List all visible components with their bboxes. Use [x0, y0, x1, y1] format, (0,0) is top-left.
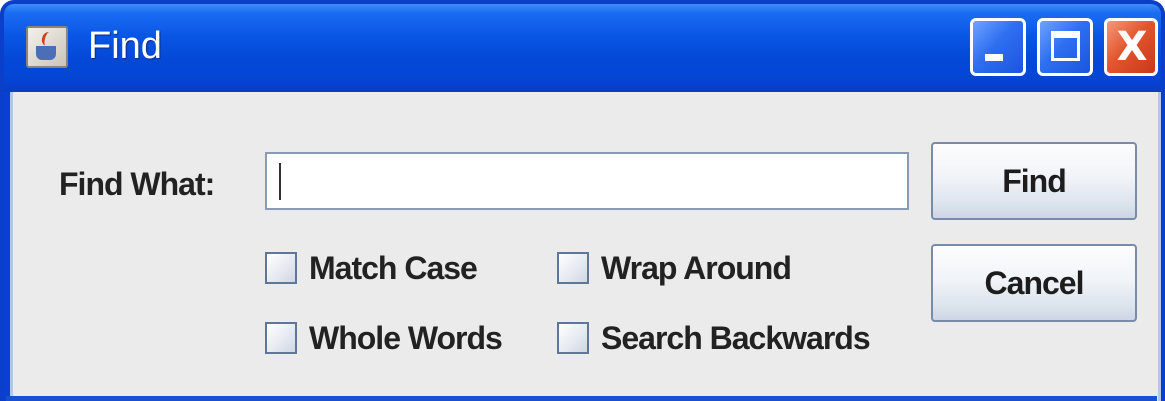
maximize-icon — [1051, 31, 1080, 61]
wrap-around-label: Wrap Around — [601, 249, 792, 286]
wrap-around-box[interactable] — [557, 252, 589, 284]
match-case-checkbox[interactable]: Match Case — [265, 246, 478, 290]
search-backwards-box[interactable] — [557, 322, 589, 354]
minimize-button[interactable] — [970, 18, 1026, 76]
close-icon: X — [1116, 24, 1148, 70]
search-backwards-label: Search Backwards — [601, 319, 871, 356]
window-title: Find — [88, 25, 162, 67]
text-caret — [279, 163, 281, 200]
cancel-button[interactable]: Cancel — [931, 244, 1137, 322]
find-what-label: Find What: — [59, 166, 215, 202]
wrap-around-checkbox[interactable]: Wrap Around — [557, 246, 792, 290]
dialog-body: Find What: Find Cancel Match Case Wrap A… — [10, 92, 1161, 401]
close-button[interactable]: X — [1104, 18, 1158, 76]
match-case-label: Match Case — [309, 249, 478, 286]
maximize-button[interactable] — [1037, 18, 1093, 76]
find-dialog-window: Find X Find What: Find Cancel Match Case… — [0, 0, 1165, 401]
whole-words-checkbox[interactable]: Whole Words — [265, 316, 503, 360]
find-what-input[interactable] — [265, 152, 909, 210]
window-bottom-border — [6, 396, 1157, 401]
minimize-icon — [985, 54, 1003, 61]
search-backwards-checkbox[interactable]: Search Backwards — [557, 316, 871, 360]
whole-words-label: Whole Words — [309, 319, 503, 356]
title-bar[interactable]: Find X — [4, 4, 1161, 92]
java-cup-icon — [26, 26, 68, 68]
find-button[interactable]: Find — [931, 142, 1137, 220]
match-case-box[interactable] — [265, 252, 297, 284]
whole-words-box[interactable] — [265, 322, 297, 354]
